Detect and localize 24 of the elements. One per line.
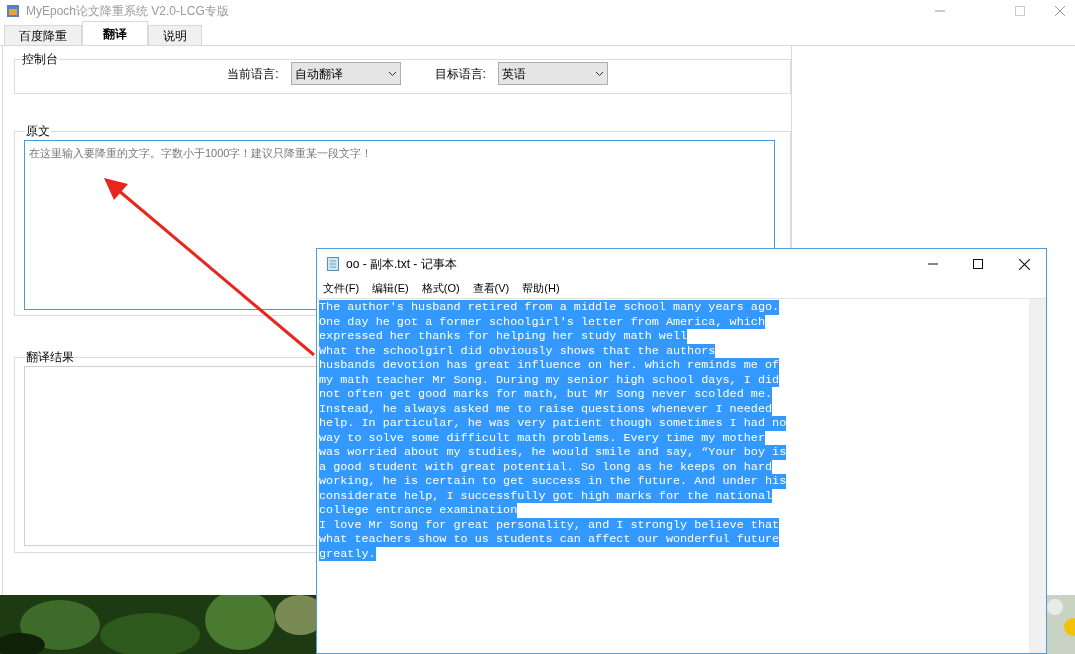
chevron-icon bbox=[387, 70, 397, 77]
close-icon[interactable] bbox=[1019, 258, 1030, 270]
menu-item[interactable]: 查看(V) bbox=[472, 279, 510, 297]
group-title: 翻译结果 bbox=[25, 349, 75, 366]
window-title: MyEpoch论文降重系统 V2.0-LCG专版 bbox=[26, 3, 229, 20]
group-title: 控制台 bbox=[21, 51, 59, 68]
language-dropdown[interactable]: 自动翻译 bbox=[290, 62, 401, 85]
app-icon bbox=[6, 4, 20, 18]
group-title: 原文 bbox=[25, 123, 51, 140]
menu-item[interactable]: 帮助(H) bbox=[522, 279, 560, 297]
menu-item[interactable]: 格式(O) bbox=[421, 279, 460, 297]
window-title: oo - 副本.txt - 记事本 bbox=[346, 256, 457, 273]
menu-item[interactable]: 编辑(E) bbox=[372, 279, 409, 297]
notepad-icon bbox=[327, 257, 339, 271]
maximize-icon[interactable] bbox=[973, 259, 983, 269]
menu-item[interactable]: 文件(F) bbox=[323, 279, 360, 297]
chevron-icon bbox=[594, 70, 604, 77]
field-label: 目标语言: bbox=[434, 65, 486, 83]
field-label: 当前语言: bbox=[227, 65, 279, 83]
language-dropdown[interactable]: 英语 bbox=[497, 62, 608, 85]
scrollbar[interactable] bbox=[1029, 299, 1046, 653]
tab[interactable]: 说明 bbox=[148, 25, 202, 45]
tab[interactable]: 百度降重 bbox=[4, 25, 82, 45]
tab[interactable]: 翻译 bbox=[82, 21, 148, 45]
